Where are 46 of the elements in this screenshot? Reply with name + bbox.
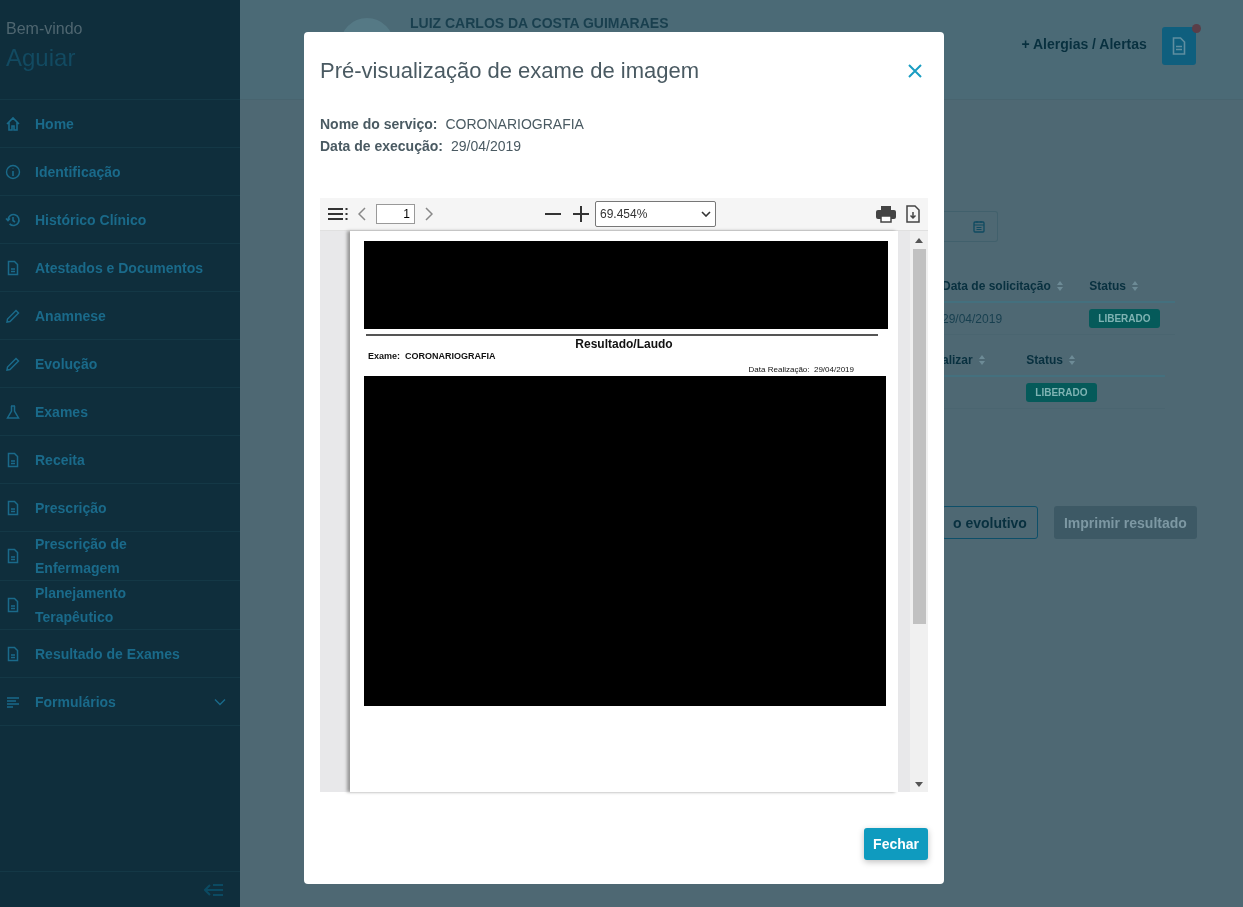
sort-icon [1132, 281, 1138, 291]
caret-icon [701, 211, 711, 217]
zoom-in-icon[interactable] [573, 206, 589, 222]
document-icon [5, 597, 21, 613]
pencil-icon [5, 355, 21, 372]
date-line: Data Realização: 29/04/2019 [748, 365, 854, 374]
document-icon [5, 499, 21, 516]
document-heading: Resultado/Laudo [574, 337, 674, 351]
menu-icon[interactable] [328, 208, 348, 220]
column-header[interactable]: Status [1089, 279, 1126, 293]
zoom-select[interactable]: 69.454% [595, 201, 716, 227]
field-label: Nome do serviço: [320, 116, 439, 132]
document-icon [5, 451, 21, 468]
history-icon [5, 211, 21, 228]
scrollbar[interactable] [910, 231, 928, 792]
dialog-title: Pré-visualização de exame de imagem [320, 58, 700, 84]
field-value: 29/04/2019 [450, 138, 522, 154]
sort-icon [1056, 281, 1063, 291]
download-icon[interactable] [906, 205, 920, 223]
alerts-link[interactable]: + Alergias / Alertas [1021, 36, 1147, 52]
scroll-up-icon[interactable] [915, 238, 923, 243]
previous-page-icon[interactable] [358, 207, 366, 221]
document-icon [5, 645, 21, 662]
field-label: Data de execução: [320, 138, 444, 154]
info-icon [5, 163, 21, 180]
close-button[interactable] [908, 64, 922, 78]
print-icon[interactable] [876, 205, 896, 223]
document-icon [1171, 37, 1186, 55]
next-page-icon[interactable] [425, 207, 433, 221]
document-icon [5, 548, 21, 564]
calendar-icon [973, 220, 985, 233]
sort-icon [978, 355, 985, 365]
pencil-icon [5, 307, 21, 324]
home-icon [5, 115, 21, 132]
status-badge: LIBERADO [1026, 383, 1097, 402]
column-header[interactable]: Status [1026, 353, 1063, 367]
page-number-field[interactable]: 1 [376, 204, 415, 224]
greeting: Bem-vindo [6, 20, 83, 38]
close-dialog-button[interactable]: Fechar [864, 828, 928, 860]
field-value: CORONARIOGRAFIA [445, 116, 584, 132]
flask-icon [5, 403, 21, 420]
sort-icon [1069, 355, 1075, 365]
scroll-down-icon[interactable] [915, 782, 923, 787]
exam-line: Exame: CORONARIOGRAFIA [368, 351, 497, 361]
document-icon [5, 259, 21, 276]
status-badge: LIBERADO [1089, 309, 1160, 328]
